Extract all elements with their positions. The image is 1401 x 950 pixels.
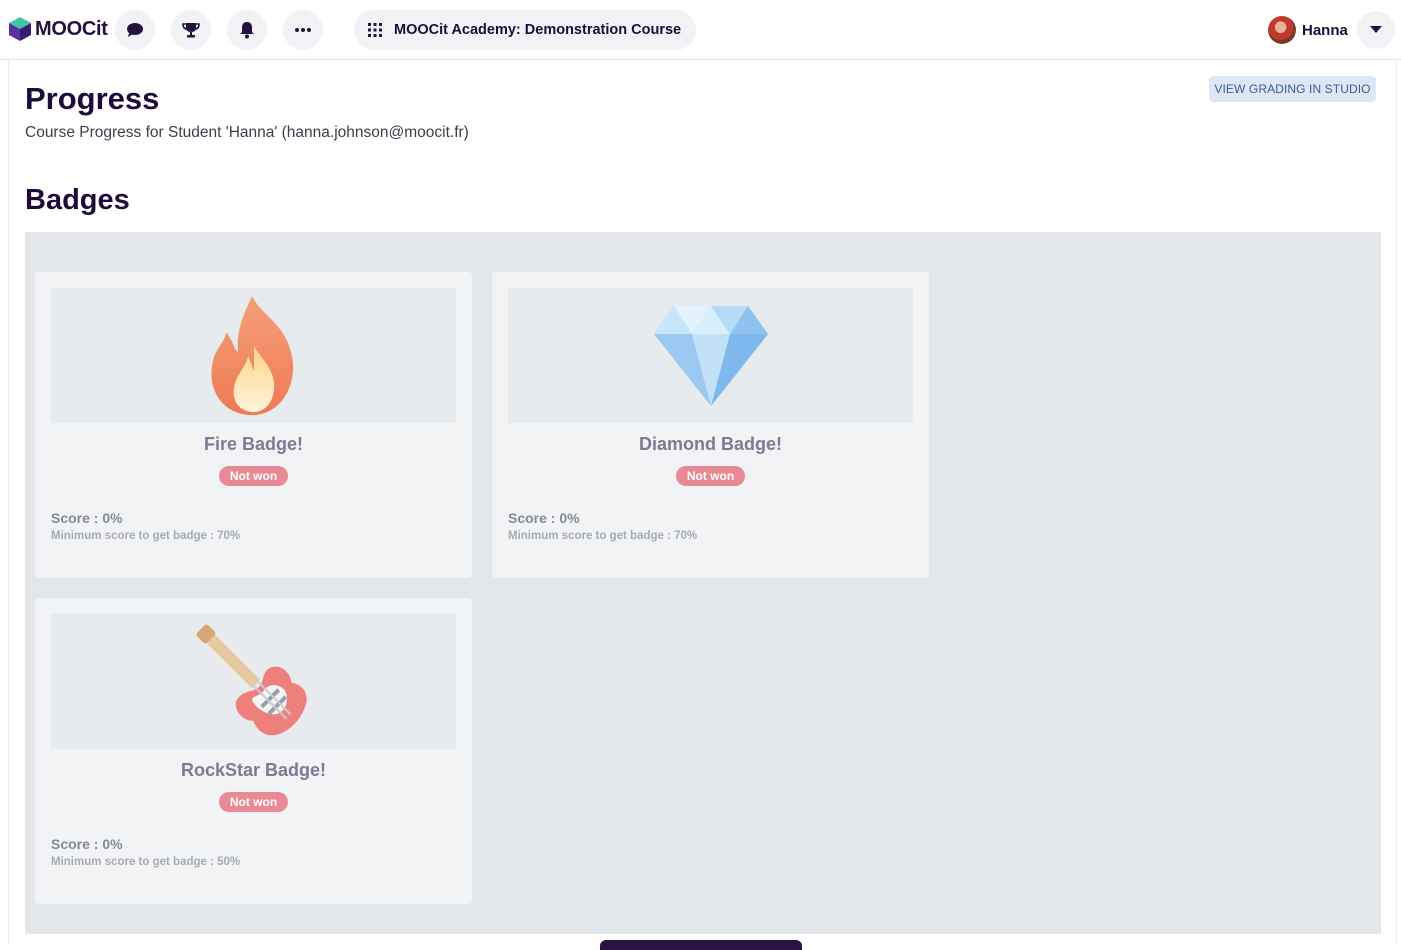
page-title: Progress	[25, 81, 160, 116]
badge-name: Fire Badge!	[203, 434, 304, 454]
achievements-button[interactable]	[171, 10, 211, 50]
more-icon	[295, 28, 311, 32]
status-badge: Not won	[676, 466, 745, 486]
fire-icon	[210, 295, 293, 415]
badge-minimum-score: Minimum score to get badge : 50%	[51, 856, 241, 868]
more-button[interactable]	[283, 10, 323, 50]
avatar	[1268, 16, 1296, 44]
view-grading-in-studio-button[interactable]: VIEW GRADING IN STUDIO	[1209, 76, 1376, 102]
chevron-down-icon	[1370, 26, 1382, 33]
badge-name: RockStar Badge!	[180, 760, 327, 780]
chat-icon	[127, 23, 143, 37]
guitar-icon	[196, 624, 307, 735]
user-profile[interactable]: Hanna	[1268, 16, 1348, 44]
badge-score: Score : 0%	[508, 510, 580, 526]
badge-score: Score : 0%	[51, 510, 123, 526]
user-menu-button[interactable]	[1357, 11, 1395, 49]
badge-name: Diamond Badge!	[638, 434, 782, 454]
badge-minimum-score: Minimum score to get badge : 70%	[51, 530, 241, 542]
main-content: Progress Course Progress for Student 'Ha…	[8, 60, 1397, 944]
badge-image	[508, 288, 913, 423]
discussion-button[interactable]	[115, 10, 155, 50]
trophy-icon	[182, 23, 200, 38]
status-badge: Not won	[219, 466, 288, 486]
badge-card: RockStar Badge! Not won Score : 0% Minim…	[35, 598, 472, 904]
logo[interactable]: MOOCit	[8, 16, 108, 42]
badge-image	[51, 288, 456, 423]
badge-minimum-score: Minimum score to get badge : 70%	[508, 530, 698, 542]
top-navigation-bar: MOOCit MOOCit Academy: Demonstration Cou…	[0, 0, 1401, 60]
grid-icon	[368, 23, 382, 37]
notifications-button[interactable]	[227, 10, 267, 50]
badge-card: Fire Badge! Not won Score : 0% Minimum s…	[35, 272, 472, 578]
diamond-icon	[653, 305, 768, 406]
user-name: Hanna	[1302, 21, 1348, 39]
badges-heading: Badges	[25, 184, 130, 216]
badge-score: Score : 0%	[51, 836, 123, 852]
course-selector[interactable]: MOOCit Academy: Demonstration Course	[354, 10, 697, 50]
logo-text: MOOCit	[35, 17, 108, 40]
bell-icon	[240, 22, 254, 39]
cube-logo-icon	[9, 17, 31, 41]
badge-card: Diamond Badge! Not won Score : 0% Minimu…	[492, 272, 929, 578]
badge-image	[51, 614, 456, 749]
status-badge: Not won	[219, 792, 288, 812]
bottom-action-button[interactable]	[600, 940, 802, 950]
course-title: MOOCit Academy: Demonstration Course	[394, 22, 682, 38]
badges-grid: Fire Badge! Not won Score : 0% Minimum s…	[25, 232, 1381, 934]
page-subtitle: Course Progress for Student 'Hanna' (han…	[25, 124, 469, 141]
